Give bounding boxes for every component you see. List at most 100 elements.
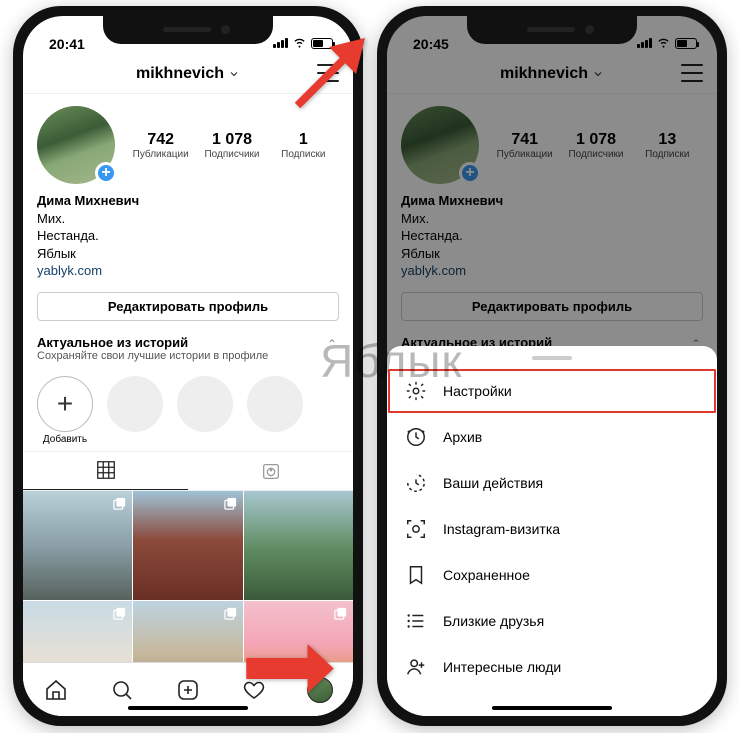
bio: Дима Михневич Мих. Нестанда. Яблык yably… <box>23 190 353 288</box>
menu-label: Интересные люди <box>443 659 561 675</box>
profile-summary: + 741 Публикации 1 078 Подписчики 13 <box>387 94 717 190</box>
stat-followers-label: Подписчики <box>196 149 267 160</box>
highlight-placeholder <box>247 376 303 432</box>
bio-link[interactable]: yablyk.com <box>401 262 703 280</box>
avatar[interactable]: + <box>401 106 479 184</box>
stat-posts[interactable]: 742 Публикации <box>125 131 196 160</box>
bio-line: Яблык <box>37 245 339 263</box>
carousel-icon <box>112 606 127 621</box>
bio-line: Яблык <box>401 245 703 263</box>
hamburger-menu-button[interactable] <box>681 64 703 82</box>
menu-label: Сохраненное <box>443 567 530 583</box>
post-thumb[interactable] <box>133 491 242 600</box>
bio-line: Мих. <box>37 210 339 228</box>
status-time: 20:41 <box>49 36 85 52</box>
chevron-down-icon <box>592 68 604 80</box>
home-indicator[interactable] <box>128 706 248 710</box>
gear-icon <box>405 380 427 402</box>
add-story-badge[interactable]: + <box>459 162 481 184</box>
bio-name: Дима Михневич <box>401 192 703 210</box>
post-thumb[interactable] <box>244 491 353 600</box>
stat-followers[interactable]: 1 078 Подписчики <box>196 131 267 160</box>
notch <box>467 16 637 44</box>
bio: Дима Михневич Мих. Нестанда. Яблык yably… <box>387 190 717 288</box>
home-icon <box>44 678 68 702</box>
chevron-up-icon: ⌃ <box>327 337 337 351</box>
bio-link[interactable]: yablyk.com <box>37 262 339 280</box>
home-indicator[interactable] <box>492 706 612 710</box>
menu-label: Близкие друзья <box>443 613 544 629</box>
chevron-down-icon <box>228 68 240 80</box>
carousel-icon <box>333 606 348 621</box>
stat-posts[interactable]: 741 Публикации <box>489 131 560 160</box>
archive-icon <box>405 426 427 448</box>
comparison-stage: Яблык 20:41 mikhnevich <box>0 0 740 733</box>
highlights-section[interactable]: Актуальное из историй Сохраняйте свои лу… <box>23 331 353 370</box>
highlight-placeholder <box>177 376 233 432</box>
sheet-handle[interactable] <box>532 356 572 360</box>
add-highlight-button[interactable]: + <box>37 376 93 432</box>
menu-activity[interactable]: Ваши действия <box>387 460 717 506</box>
stat-followers-label: Подписчики <box>560 149 631 160</box>
avatar[interactable]: + <box>37 106 115 184</box>
search-icon <box>110 678 134 702</box>
stat-followers-value: 1 078 <box>560 131 631 149</box>
highlights-row: + Добавить <box>23 370 353 451</box>
edit-profile-button[interactable]: Редактировать профиль <box>37 292 339 321</box>
stat-following-value: 13 <box>632 131 703 149</box>
highlights-title: Актуальное из историй <box>37 335 339 350</box>
tab-tagged[interactable] <box>188 452 353 490</box>
stat-posts-value: 741 <box>489 131 560 149</box>
stat-following[interactable]: 13 Подписки <box>632 131 703 160</box>
username-switcher[interactable]: mikhnevich <box>136 65 240 83</box>
annotation-arrow-top <box>275 38 365 133</box>
nav-home[interactable] <box>23 663 89 716</box>
menu-label: Ваши действия <box>443 475 543 491</box>
bio-name: Дима Михневич <box>37 192 339 210</box>
carousel-icon <box>223 606 238 621</box>
carousel-icon <box>223 496 238 511</box>
phone-right: 20:45 mikhnevich <box>377 6 727 726</box>
highlight-placeholder <box>107 376 163 432</box>
stat-following-label: Подписки <box>268 149 339 160</box>
phone-left: 20:41 mikhnevich + <box>13 6 363 726</box>
notch <box>103 16 273 44</box>
profile-tabs <box>23 451 353 491</box>
bio-line: Нестанда. <box>37 227 339 245</box>
menu-archive[interactable]: Архив <box>387 414 717 460</box>
bio-line: Нестанда. <box>401 227 703 245</box>
menu-label: Настройки <box>443 383 512 399</box>
stat-following[interactable]: 1 Подписки <box>268 131 339 160</box>
signal-icon <box>637 38 652 48</box>
username-switcher[interactable]: mikhnevich <box>500 65 604 83</box>
menu-label: Архив <box>443 429 482 445</box>
stat-followers[interactable]: 1 078 Подписчики <box>560 131 631 160</box>
discover-people-icon <box>405 656 427 678</box>
list-icon <box>405 610 427 632</box>
battery-icon <box>675 38 697 49</box>
menu-nametag[interactable]: Instagram-визитка <box>387 506 717 552</box>
stat-posts-label: Публикации <box>489 149 560 160</box>
stat-followers-value: 1 078 <box>196 131 267 149</box>
screen-right: 20:45 mikhnevich <box>387 16 717 716</box>
status-time: 20:45 <box>413 36 449 52</box>
edit-profile-button[interactable]: Редактировать профиль <box>401 292 703 321</box>
bio-line: Мих. <box>401 210 703 228</box>
annotation-arrow-bottom <box>245 637 335 712</box>
stat-posts-value: 742 <box>125 131 196 149</box>
add-highlight-label: Добавить <box>37 434 93 445</box>
tagged-icon <box>260 460 282 482</box>
tab-grid[interactable] <box>23 452 188 490</box>
add-story-badge[interactable]: + <box>95 162 117 184</box>
stat-following-value: 1 <box>268 131 339 149</box>
menu-settings[interactable]: Настройки <box>387 368 717 414</box>
menu-sheet: Настройки Архив Ваши действия Instagram-… <box>387 346 717 716</box>
menu-saved[interactable]: Сохраненное <box>387 552 717 598</box>
nametag-icon <box>405 518 427 540</box>
profile-header: mikhnevich <box>387 54 717 94</box>
username-label: mikhnevich <box>136 65 224 83</box>
post-thumb[interactable] <box>23 491 132 600</box>
menu-close-friends[interactable]: Близкие друзья <box>387 598 717 644</box>
menu-discover[interactable]: Интересные люди <box>387 644 717 690</box>
wifi-icon <box>656 34 671 52</box>
